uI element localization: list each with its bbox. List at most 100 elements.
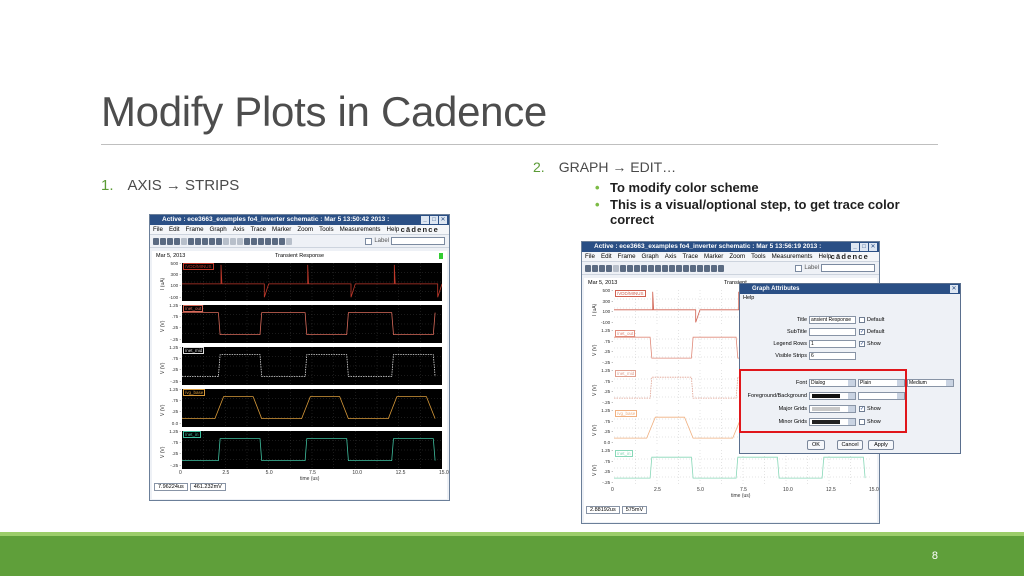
trace-legend[interactable]: /VDD/MINUS bbox=[615, 290, 646, 297]
fit-icon[interactable] bbox=[279, 237, 285, 245]
apply-button[interactable]: Apply bbox=[868, 440, 894, 450]
menu-trace[interactable]: Trace bbox=[250, 226, 266, 233]
zoom-icon[interactable] bbox=[244, 237, 250, 245]
menu-trace[interactable]: Trace bbox=[682, 253, 698, 260]
font-family-select[interactable]: Dialog bbox=[809, 378, 856, 387]
major-grid-color-select[interactable] bbox=[809, 404, 856, 413]
plot-strip[interactable]: /net_out bbox=[182, 305, 442, 343]
subtitle-input[interactable] bbox=[809, 327, 856, 336]
major-grids-show-checkbox[interactable]: ✓ Show bbox=[859, 405, 881, 412]
menu-frame[interactable]: Frame bbox=[186, 226, 204, 233]
menu-zoom[interactable]: Zoom bbox=[297, 226, 313, 233]
ok-button[interactable]: OK bbox=[807, 440, 825, 450]
menu-file[interactable]: File bbox=[585, 253, 595, 260]
layout-icon[interactable] bbox=[641, 264, 647, 272]
menu-tools[interactable]: Tools bbox=[319, 226, 333, 233]
trace-legend[interactable]: /net_out bbox=[615, 330, 636, 337]
undo-icon[interactable] bbox=[592, 264, 598, 272]
foreground-color-select[interactable] bbox=[809, 391, 856, 400]
print-icon[interactable] bbox=[585, 264, 591, 272]
menu-measurements[interactable]: Measurements bbox=[772, 253, 813, 260]
trace-legend[interactable]: /VDD/MINUS bbox=[183, 263, 214, 270]
trace-legend[interactable]: /net_mid bbox=[615, 370, 637, 377]
print-icon[interactable] bbox=[153, 237, 159, 245]
zoom-icon[interactable] bbox=[676, 264, 682, 272]
menu-frame[interactable]: Frame bbox=[618, 253, 636, 260]
label-input[interactable] bbox=[821, 264, 875, 272]
trace-legend[interactable]: /net_mid bbox=[183, 347, 205, 354]
legend-rows-input[interactable]: 1 bbox=[809, 339, 856, 348]
minimize-icon[interactable]: _ bbox=[851, 243, 859, 251]
marker-icon[interactable] bbox=[216, 237, 222, 245]
pan-icon[interactable] bbox=[258, 237, 264, 245]
title-default-checkbox[interactable]: Default bbox=[859, 316, 884, 323]
menu-edit[interactable]: Edit bbox=[169, 226, 180, 233]
trace-legend[interactable]: /net_out bbox=[183, 305, 204, 312]
grid-icon[interactable] bbox=[167, 237, 173, 245]
layout-icon[interactable] bbox=[209, 237, 215, 245]
menu-measurements[interactable]: Measurements bbox=[340, 226, 381, 233]
fit-icon[interactable] bbox=[718, 264, 724, 272]
menu-graph[interactable]: Graph bbox=[642, 253, 659, 260]
marker-icon[interactable] bbox=[648, 264, 654, 272]
menu-marker[interactable]: Marker bbox=[272, 226, 291, 233]
label-checkbox[interactable] bbox=[365, 237, 373, 245]
menu-help[interactable]: Help bbox=[819, 253, 832, 260]
maximize-icon[interactable]: □ bbox=[860, 243, 868, 251]
menu-zoom[interactable]: Zoom bbox=[729, 253, 745, 260]
zoom-icon[interactable] bbox=[683, 264, 689, 272]
dialog-menu-help[interactable]: Help bbox=[740, 294, 960, 303]
fit-icon[interactable] bbox=[704, 264, 710, 272]
grid-icon[interactable] bbox=[599, 264, 605, 272]
font-style-select[interactable]: Plain bbox=[858, 378, 905, 387]
split-icon[interactable] bbox=[188, 237, 194, 245]
menu-marker[interactable]: Marker bbox=[704, 253, 723, 260]
fit-icon[interactable] bbox=[711, 264, 717, 272]
maximize-icon[interactable]: □ bbox=[430, 216, 438, 224]
split-icon[interactable] bbox=[620, 264, 626, 272]
plot-strip[interactable]: /VDD/MINUS bbox=[182, 263, 442, 301]
strip-icon[interactable] bbox=[174, 237, 180, 245]
title-input[interactable]: ansient Response bbox=[809, 315, 856, 324]
trace-legend[interactable]: /net_in bbox=[183, 431, 201, 438]
undo-icon[interactable] bbox=[160, 237, 166, 245]
minor-grids-show-checkbox[interactable]: Show bbox=[859, 418, 881, 425]
label-checkbox[interactable] bbox=[795, 264, 803, 272]
trace-legend[interactable]: /net_in bbox=[615, 450, 633, 457]
strip-icon[interactable] bbox=[606, 264, 612, 272]
plot-strip[interactable]: /net_mid bbox=[182, 347, 442, 385]
font-size-select[interactable]: Medium bbox=[907, 378, 954, 387]
close-icon[interactable]: ✕ bbox=[950, 285, 958, 293]
legend-show-checkbox[interactable]: ✓ Show bbox=[859, 340, 881, 347]
menu-file[interactable]: File bbox=[153, 226, 163, 233]
menu-edit[interactable]: Edit bbox=[601, 253, 612, 260]
fit-icon[interactable] bbox=[272, 237, 278, 245]
layout-icon[interactable] bbox=[202, 237, 208, 245]
close-icon[interactable]: ✕ bbox=[869, 243, 877, 251]
label-input[interactable] bbox=[391, 237, 445, 245]
minimize-icon[interactable]: _ bbox=[421, 216, 429, 224]
layout-icon[interactable] bbox=[195, 237, 201, 245]
menu-graph[interactable]: Graph bbox=[210, 226, 227, 233]
visible-strips-input[interactable]: 6 bbox=[809, 351, 856, 360]
menu-help[interactable]: Help bbox=[387, 226, 400, 233]
marker-icon[interactable] bbox=[655, 264, 661, 272]
trace-legend[interactable]: /vg_base bbox=[183, 389, 206, 396]
menu-axis[interactable]: Axis bbox=[665, 253, 677, 260]
plot-strip[interactable]: /net_in bbox=[182, 431, 442, 469]
marker-icon[interactable] bbox=[662, 264, 668, 272]
trace-legend[interactable]: /vg_base bbox=[615, 410, 638, 417]
cancel-button[interactable]: Cancel bbox=[837, 440, 863, 450]
subtitle-default-checkbox[interactable]: ✓ Default bbox=[859, 328, 884, 335]
close-icon[interactable]: ✕ bbox=[439, 216, 447, 224]
pan-icon[interactable] bbox=[690, 264, 696, 272]
layout-icon[interactable] bbox=[627, 264, 633, 272]
plot-strip[interactable]: /net_in bbox=[614, 450, 872, 486]
menu-axis[interactable]: Axis bbox=[233, 226, 245, 233]
zoom-icon[interactable] bbox=[251, 237, 257, 245]
plot-strip[interactable]: /vg_base bbox=[182, 389, 442, 427]
minor-grid-color-select[interactable] bbox=[809, 417, 856, 426]
background-color-select[interactable] bbox=[858, 391, 905, 400]
menu-tools[interactable]: Tools bbox=[751, 253, 765, 260]
marker-icon[interactable] bbox=[669, 264, 675, 272]
